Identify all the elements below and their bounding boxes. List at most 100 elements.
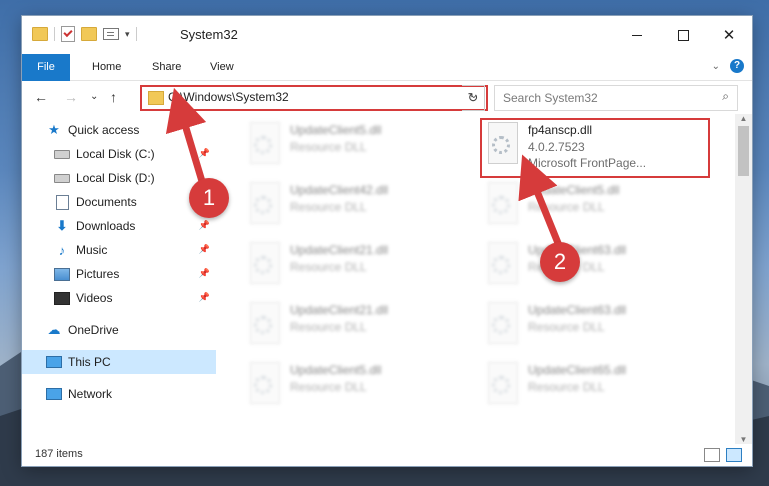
dll-file-icon	[246, 122, 280, 166]
file-type: Resource DLL	[290, 380, 367, 394]
sidebar-item-videos[interactable]: Videos 📌	[54, 286, 216, 310]
sidebar-item-quick-access[interactable]: ★ Quick access	[46, 118, 216, 142]
back-icon[interactable]: ←	[34, 89, 48, 105]
scroll-down-icon[interactable]: ▼	[735, 435, 752, 444]
pictures-icon	[54, 267, 70, 281]
sidebar-item-downloads[interactable]: ⬇ Downloads 📌	[54, 214, 216, 238]
file-item[interactable]: UpdateClient42.dll Resource DLL	[244, 178, 469, 234]
tab-home[interactable]: Home	[92, 54, 121, 80]
address-row: ← → ⌄ ↑ C:\Windows\System32 ⌄ ↻ Search S…	[22, 81, 752, 115]
dll-file-icon	[484, 242, 518, 286]
minimize-button[interactable]	[614, 16, 660, 54]
sidebar-item-onedrive[interactable]: ☁ OneDrive	[46, 318, 216, 342]
title-bar: ▾ System32 ✕	[22, 16, 752, 54]
file-type: Resource DLL	[528, 200, 605, 214]
large-icons-view-icon[interactable]	[726, 448, 742, 462]
sidebar-item-label: OneDrive	[68, 323, 119, 337]
tab-share[interactable]: Share	[152, 54, 181, 80]
star-icon: ★	[48, 122, 60, 137]
step-badge-1: 1	[189, 178, 229, 218]
file-name: UpdateClient63.dll	[528, 303, 627, 317]
properties-icon[interactable]	[61, 26, 75, 42]
recent-locations-icon[interactable]: ⌄	[90, 91, 98, 102]
sidebar-item-local-disk-c[interactable]: Local Disk (C:) 📌	[54, 142, 216, 166]
divider	[135, 27, 137, 41]
sidebar-item-label: Music	[76, 243, 108, 257]
dll-file-icon	[484, 302, 518, 346]
pin-icon: 📌	[198, 148, 210, 158]
search-placeholder: Search System32	[503, 91, 598, 105]
up-icon[interactable]: ↑	[110, 89, 117, 105]
download-icon: ⬇	[56, 218, 68, 233]
sidebar-item-music[interactable]: ♪ Music 📌	[54, 238, 216, 262]
computer-icon	[46, 355, 62, 369]
file-name: UpdateClient21.dll	[290, 303, 389, 317]
sidebar-item-label: Local Disk (D:)	[76, 171, 155, 185]
file-type: Resource DLL	[290, 260, 367, 274]
dll-file-icon	[484, 362, 518, 406]
file-item[interactable]: UpdateClient21.dll Resource DLL	[244, 298, 469, 354]
file-type: Resource DLL	[290, 140, 367, 154]
item-count: 187 items	[35, 448, 83, 460]
file-type: Resource DLL	[290, 320, 367, 334]
maximize-button[interactable]	[660, 16, 706, 54]
sidebar-item-this-pc[interactable]: This PC	[22, 350, 216, 374]
file-item[interactable]: UpdateClient5.dll Resource DLL	[244, 118, 469, 174]
expand-ribbon-icon[interactable]: ⌄	[712, 61, 720, 72]
dll-file-icon	[246, 302, 280, 346]
view-icon[interactable]	[103, 28, 119, 40]
pin-icon: 📌	[198, 292, 210, 302]
divider	[54, 27, 55, 41]
drive-icon	[54, 171, 70, 185]
sidebar-item-label: Videos	[76, 291, 113, 305]
file-item[interactable]: UpdateClient5.dll Resource DLL	[244, 358, 469, 414]
tab-view[interactable]: View	[210, 54, 234, 80]
dll-file-icon	[246, 362, 280, 406]
sidebar-item-label: Local Disk (C:)	[76, 147, 155, 161]
refresh-button[interactable]: ↻	[462, 85, 485, 111]
dll-file-icon	[484, 182, 518, 226]
search-input[interactable]: Search System32 ⌕	[494, 85, 738, 111]
dll-file-icon	[246, 242, 280, 286]
sidebar-item-label: Pictures	[76, 267, 120, 281]
file-type: Resource DLL	[528, 380, 605, 394]
search-icon[interactable]: ⌕	[722, 89, 729, 104]
new-folder-icon[interactable]	[81, 27, 97, 41]
cloud-icon: ☁	[47, 322, 61, 337]
view-toggle	[704, 448, 742, 462]
sidebar-item-label: This PC	[68, 355, 111, 369]
pin-icon: 📌	[198, 268, 210, 278]
minimize-icon	[632, 34, 642, 36]
vertical-scrollbar[interactable]: ▲ ▼	[735, 114, 752, 444]
pin-icon: 📌	[198, 220, 210, 230]
file-name: UpdateClient21.dll	[290, 243, 389, 257]
details-view-icon[interactable]	[704, 448, 720, 462]
sidebar-item-network[interactable]: Network	[46, 382, 216, 406]
file-item[interactable]: UpdateClient63.dll Resource DLL	[482, 298, 707, 354]
file-highlight-box	[480, 118, 710, 178]
help-icon[interactable]: ?	[730, 59, 744, 73]
close-button[interactable]: ✕	[706, 16, 752, 54]
window-controls: ✕	[614, 16, 752, 54]
file-item[interactable]: UpdateClient21.dll Resource DLL	[244, 238, 469, 294]
file-item[interactable]: UpdateClient63.dll Resource DLL	[482, 238, 707, 294]
sidebar-item-label: Documents	[76, 195, 137, 209]
network-icon	[46, 387, 62, 401]
sidebar-item-label: Network	[68, 387, 113, 401]
scroll-up-icon[interactable]: ▲	[735, 114, 752, 123]
explorer-window: ▾ System32 ✕ File Home Share View ⌄ ? ← …	[22, 16, 752, 466]
forward-icon[interactable]: →	[64, 89, 78, 105]
sidebar-item-pictures[interactable]: Pictures 📌	[54, 262, 216, 286]
folder-icon	[32, 27, 48, 41]
file-item[interactable]: UpdateClient65.dll Resource DLL	[482, 358, 707, 414]
customize-dropdown-icon[interactable]: ▾	[125, 29, 130, 40]
videos-icon	[54, 291, 70, 305]
status-bar: 187 items	[22, 444, 752, 466]
ribbon-right-controls: ⌄ ?	[712, 59, 744, 73]
address-path[interactable]: C:\Windows\System32	[168, 90, 289, 104]
file-name: UpdateClient5.dll	[290, 123, 382, 137]
scrollbar-thumb[interactable]	[738, 126, 749, 176]
address-bar[interactable]: C:\Windows\System32 ⌄	[140, 85, 488, 111]
file-item[interactable]: UpdateClient5.dll Resource DLL	[482, 178, 707, 234]
file-name: UpdateClient65.dll	[528, 363, 627, 377]
